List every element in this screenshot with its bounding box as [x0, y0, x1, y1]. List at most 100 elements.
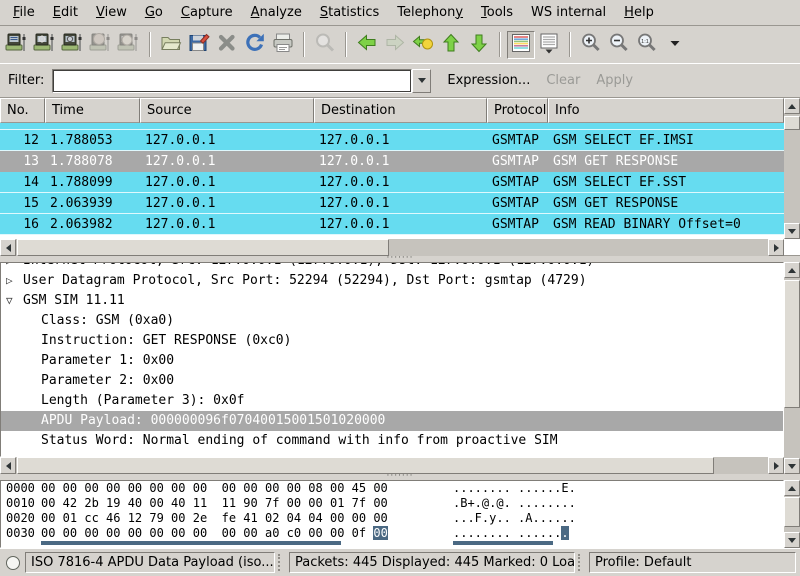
hex-dump[interactable]: 000000 00 00 00 00 00 00 00 00 00 00 00 …	[0, 480, 784, 548]
interfaces-button[interactable]	[3, 31, 31, 59]
autoscroll-button[interactable]	[535, 31, 563, 59]
scrollbar-thumb[interactable]	[17, 239, 389, 256]
packet-list-hscrollbar[interactable]	[0, 239, 784, 256]
capture-options-button[interactable]	[31, 31, 59, 59]
scroll-right-button[interactable]	[768, 457, 784, 474]
zoom-in-button[interactable]	[577, 31, 605, 59]
packet-row-13[interactable]: 131.788078127.0.0.1127.0.0.1GSMTAPGSM GE…	[0, 151, 784, 172]
expert-info-icon[interactable]	[6, 556, 20, 570]
open-file-button[interactable]	[157, 31, 185, 59]
packet-row-14[interactable]: 141.788099127.0.0.1127.0.0.1GSMTAPGSM SE…	[0, 172, 784, 193]
scrollbar-thumb[interactable]	[784, 280, 800, 408]
scroll-left-button[interactable]	[0, 239, 16, 256]
detail-line-3[interactable]: Class: GSM (0xa0)	[1, 311, 783, 331]
status-grip	[578, 554, 586, 571]
menu-statistics[interactable]: Statistics	[311, 1, 388, 25]
detail-line-8[interactable]: APDU Payload: 000000096f0704001500150102…	[1, 411, 783, 431]
apply-button[interactable]: Apply	[596, 73, 633, 88]
zoom-out-button[interactable]	[605, 31, 633, 59]
detail-line-4[interactable]: Instruction: GET RESPONSE (0xc0)	[1, 331, 783, 351]
detail-line-2[interactable]: ▽GSM SIM 11.11	[1, 291, 783, 311]
menu-capture[interactable]: Capture	[172, 1, 242, 25]
scroll-up-button[interactable]	[784, 262, 800, 278]
cell-time: 2.063982	[45, 214, 140, 234]
scroll-right-button[interactable]	[768, 239, 784, 256]
capture-stop-button[interactable]	[87, 31, 115, 59]
packet-row-12[interactable]: 121.788053127.0.0.1127.0.0.1GSMTAPGSM SE…	[0, 130, 784, 151]
scroll-up-button[interactable]	[784, 480, 800, 496]
menu-analyze[interactable]: Analyze	[242, 1, 311, 25]
scroll-down-button[interactable]	[784, 458, 800, 474]
details-vscrollbar[interactable]	[784, 262, 800, 474]
scroll-down-button[interactable]	[784, 532, 800, 548]
cell-info: Ok	[548, 123, 784, 129]
detail-line-9[interactable]: Status Word: Normal ending of command wi…	[1, 431, 783, 451]
menu-telephony[interactable]: Telephony	[388, 1, 472, 25]
column-header-protocol[interactable]: Protocol	[487, 98, 548, 123]
hex-bytes: 00 01 cc 46 12 79 00 2e fe 41 02 04 04 0…	[41, 511, 388, 526]
details-hscrollbar[interactable]	[0, 457, 784, 474]
scrollbar-thumb[interactable]	[784, 497, 800, 527]
go-back-button[interactable]	[353, 31, 381, 59]
hex-row-0020[interactable]: 002000 01 cc 46 12 79 00 2e fe 41 02 04 …	[1, 511, 783, 526]
cell-no: 11	[0, 123, 45, 129]
zoom-100-button[interactable]: 1:1	[633, 31, 661, 59]
expander-closed-icon[interactable]: ▷	[6, 271, 13, 291]
hex-row-0030[interactable]: 003000 00 00 00 00 00 00 00 00 00 a0 c0 …	[1, 526, 783, 541]
hex-row-0000[interactable]: 000000 00 00 00 00 00 00 00 00 00 00 00 …	[1, 481, 783, 496]
menu-view[interactable]: View	[87, 1, 136, 25]
bytes-vscrollbar[interactable]	[784, 480, 800, 548]
hex-row-0010[interactable]: 001000 42 2b 19 40 00 40 11 11 90 7f 00 …	[1, 496, 783, 511]
save-icon	[187, 31, 211, 59]
filter-dropdown-button[interactable]	[412, 69, 431, 93]
find-packet-button[interactable]	[311, 31, 339, 59]
go-forward-button[interactable]	[381, 31, 409, 59]
toolbar-separator	[499, 32, 501, 57]
scrollbar-thumb[interactable]	[17, 457, 714, 474]
capture-start-button[interactable]	[59, 31, 87, 59]
column-header-info[interactable]: Info	[548, 98, 784, 123]
reload-button[interactable]	[241, 31, 269, 59]
expander-open-icon[interactable]: ▽	[6, 291, 13, 311]
go-to-packet-button[interactable]	[409, 31, 437, 59]
menu-tools[interactable]: Tools	[472, 1, 522, 25]
packet-row-15[interactable]: 152.063939127.0.0.1127.0.0.1GSMTAPGSM GE…	[0, 193, 784, 214]
scroll-left-button[interactable]	[0, 457, 16, 474]
go-bottom-button[interactable]	[465, 31, 493, 59]
detail-line-0[interactable]: ▷Internet Protocol, Src: 127.0.0.1 (127.…	[1, 263, 783, 271]
column-header-destination[interactable]: Destination	[314, 98, 487, 123]
close-file-button[interactable]	[213, 31, 241, 59]
menu-go[interactable]: Go	[136, 1, 172, 25]
print-button[interactable]	[269, 31, 297, 59]
menu-ws-internal[interactable]: WS internal	[522, 1, 615, 25]
menu-edit[interactable]: Edit	[44, 1, 87, 25]
filter-input[interactable]	[52, 69, 412, 93]
column-header-no[interactable]: No.	[0, 98, 45, 123]
scroll-up-button[interactable]	[784, 98, 800, 114]
cell-info: GSM GET RESPONSE	[548, 193, 784, 213]
column-header-time[interactable]: Time	[45, 98, 140, 123]
scrollbar-thumb[interactable]	[784, 116, 800, 130]
packet-row-16[interactable]: 162.063982127.0.0.1127.0.0.1GSMTAPGSM RE…	[0, 214, 784, 235]
detail-line-1[interactable]: ▷User Datagram Protocol, Src Port: 52294…	[1, 271, 783, 291]
detail-line-7[interactable]: Length (Parameter 3): 0x0f	[1, 391, 783, 411]
detail-line-6[interactable]: Parameter 2: 0x00	[1, 371, 783, 391]
expander-closed-icon[interactable]: ▷	[6, 263, 13, 271]
packet-list-vscrollbar[interactable]	[784, 98, 800, 239]
colorize-button[interactable]	[507, 31, 535, 59]
column-header-source[interactable]: Source	[140, 98, 314, 123]
filter-combo	[52, 69, 431, 93]
packet-row-11[interactable]: 111.788051127.0.0.1127.0.0.1GSMTAPOk	[0, 123, 784, 130]
menu-file[interactable]: File	[4, 1, 44, 25]
save-file-button[interactable]	[185, 31, 213, 59]
expression-button[interactable]: Expression...	[447, 73, 530, 88]
detail-line-5[interactable]: Parameter 1: 0x00	[1, 351, 783, 371]
clear-button[interactable]: Clear	[546, 73, 580, 88]
cell-source: 127.0.0.1	[140, 193, 314, 213]
capture-restart-button[interactable]	[115, 31, 143, 59]
bottom-icon	[467, 31, 491, 59]
go-top-button[interactable]	[437, 31, 465, 59]
scroll-down-button[interactable]	[784, 223, 800, 239]
toolbar-overflow-button[interactable]	[661, 31, 689, 59]
menu-help[interactable]: Help	[615, 1, 663, 25]
